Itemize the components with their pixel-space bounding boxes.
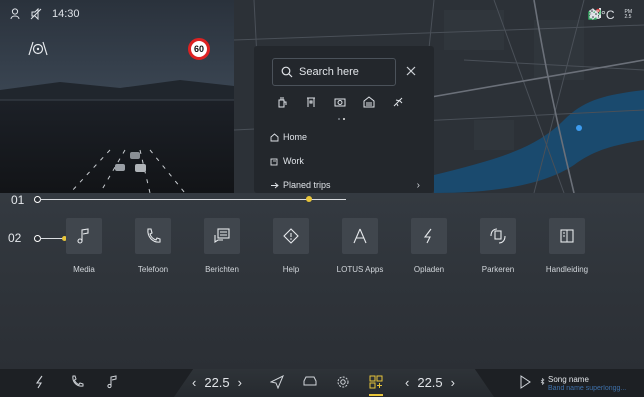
bottom-bar: ‹ 22.5 › ‹ 22.5 › Song name Band name su… (0, 369, 644, 397)
right-temperature-control[interactable]: ‹ 22.5 › (405, 375, 455, 390)
song-artist: Band name superlongg... (548, 385, 627, 392)
left-temperature-control[interactable]: ‹ 22.5 › (192, 375, 242, 390)
app-label: LOTUS Apps (336, 265, 384, 274)
app-handleiding[interactable]: Handleiding (532, 218, 602, 274)
status-right: 18°C PM 2.5 (588, 8, 632, 22)
place-label: Work (283, 156, 304, 166)
speed-limit-sign: 60 (188, 38, 210, 60)
app-help[interactable]: Help (256, 218, 326, 274)
trip-icon (271, 182, 279, 188)
settings-gear-icon[interactable] (336, 375, 350, 389)
app-label: Help (282, 265, 300, 274)
chevron-left-icon[interactable]: ‹ (192, 375, 196, 390)
mute-icon[interactable] (30, 8, 42, 20)
parking-icon[interactable] (305, 96, 317, 108)
app-label: Handleiding (545, 265, 589, 274)
app-label: Berichten (205, 265, 239, 274)
app-media[interactable]: Media (49, 218, 119, 274)
search-panel: Search here Home Work Planed trips › (254, 46, 434, 193)
app-tile[interactable] (66, 218, 102, 254)
bluetooth-audio-icon (540, 378, 545, 385)
app-opladen[interactable]: Opladen (394, 218, 464, 274)
app-tile[interactable] (342, 218, 378, 254)
left-temperature: 22.5 (204, 375, 230, 390)
annotation-label-01: 01 (11, 193, 25, 207)
user-icon[interactable] (10, 8, 20, 20)
app-tile[interactable] (549, 218, 585, 254)
app-label: Parkeren (481, 265, 515, 274)
chevron-left-icon[interactable]: ‹ (405, 375, 409, 390)
app-tile[interactable] (411, 218, 447, 254)
lane-assist-icon (28, 41, 48, 56)
apps-icon (353, 228, 367, 244)
vehicles (115, 152, 146, 172)
app-tile[interactable] (204, 218, 240, 254)
active-indicator (369, 394, 383, 396)
camera-icon[interactable] (334, 96, 346, 108)
clock: 14:30 (52, 8, 80, 20)
place-label: Home (283, 132, 308, 142)
app-tile[interactable] (135, 218, 171, 254)
phone-shortcut-icon[interactable] (70, 375, 84, 389)
music-note-icon (77, 228, 89, 244)
navigation-icon[interactable] (270, 375, 284, 389)
garage-icon[interactable] (363, 96, 375, 108)
search-icon (281, 66, 293, 78)
song-title: Song name (548, 375, 589, 384)
play-icon[interactable] (518, 375, 532, 389)
search-placeholder: Search here (299, 66, 359, 78)
progress-slider-thumb[interactable] (306, 196, 313, 202)
airport-icon[interactable] (392, 96, 404, 108)
chevron-right-icon[interactable]: › (451, 375, 455, 390)
car-icon[interactable] (302, 375, 318, 389)
place-home[interactable]: Home (270, 132, 420, 142)
app-lotus-apps[interactable]: LOTUS Apps (325, 218, 395, 274)
progress-slider-track[interactable] (40, 199, 346, 200)
place-planned-trips[interactable]: Planed trips › (270, 179, 420, 191)
page-indicator (338, 118, 345, 120)
chevron-right-icon[interactable]: › (238, 375, 242, 390)
parking-assist-icon (490, 228, 506, 244)
charge-shortcut-icon[interactable] (34, 375, 46, 389)
app-tile[interactable] (480, 218, 516, 254)
music-shortcut-icon[interactable] (106, 375, 118, 389)
road-scene (0, 80, 234, 193)
page-dot (338, 118, 340, 120)
app-tile[interactable] (273, 218, 309, 254)
charge-icon (423, 228, 432, 244)
phone-icon (147, 228, 161, 243)
apps-grid-icon[interactable] (369, 375, 383, 389)
top-area: 14:30 60 18°C PM 2.5 Search here Home Wo… (0, 0, 644, 193)
search-input[interactable]: Search here (272, 58, 396, 86)
status-left: 14:30 (10, 8, 80, 20)
manual-icon (560, 229, 574, 243)
settings-sliders-icon[interactable] (588, 8, 600, 20)
app-label: Telefoon (137, 265, 169, 274)
charging-icon[interactable] (276, 96, 288, 108)
close-search-button[interactable] (406, 64, 416, 79)
app-label: Opladen (413, 265, 445, 274)
app-label: Media (73, 265, 95, 274)
category-row (276, 96, 404, 108)
annotation-label-02: 02 (8, 231, 22, 245)
app-telefoon[interactable]: Telefoon (118, 218, 188, 274)
page-dot-active (343, 118, 345, 120)
app-berichten[interactable]: Berichten (187, 218, 257, 274)
message-icon (214, 228, 230, 244)
camera-view: 14:30 60 (0, 0, 234, 193)
right-temperature: 22.5 (417, 375, 443, 390)
work-icon (270, 158, 278, 165)
chevron-right-icon: › (416, 179, 420, 191)
app-parkeren[interactable]: Parkeren (463, 218, 533, 274)
close-icon (406, 66, 416, 76)
place-work[interactable]: Work (270, 156, 420, 166)
apps-area: 01 02 Media Telefoon Berichten Help LOTU… (0, 193, 644, 369)
pm-badge: PM 2.5 (624, 9, 633, 20)
place-label: Planed trips (283, 180, 331, 190)
help-icon (283, 228, 299, 244)
home-icon (270, 132, 279, 141)
